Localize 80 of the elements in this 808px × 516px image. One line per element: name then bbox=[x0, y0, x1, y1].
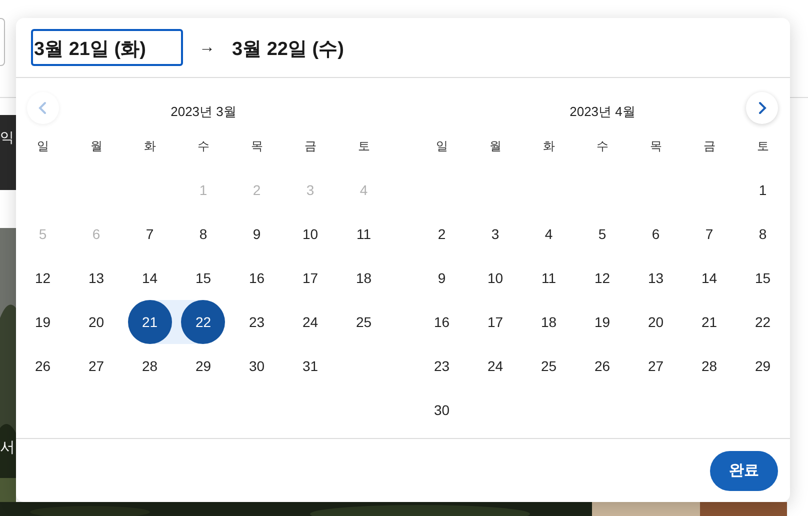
weekday-label: 화 bbox=[542, 138, 555, 154]
calendar-day[interactable]: 24 bbox=[473, 344, 518, 388]
next-month-button[interactable] bbox=[746, 92, 778, 124]
calendar-day[interactable]: 18 bbox=[526, 300, 571, 344]
weekday-label: 토 bbox=[756, 138, 769, 154]
calendar-day[interactable]: 30 bbox=[234, 344, 279, 388]
calendar-day[interactable]: 31 bbox=[288, 344, 332, 388]
calendar-day[interactable]: 8 bbox=[740, 212, 785, 256]
calendar-day[interactable]: 9 bbox=[234, 212, 279, 256]
calendar-day[interactable]: 10 bbox=[288, 212, 332, 256]
weekday-label: 월 bbox=[90, 138, 102, 154]
calendar-day[interactable]: 7 bbox=[687, 212, 732, 256]
calendar-day[interactable]: 26 bbox=[20, 344, 65, 388]
calendar-day[interactable]: 15 bbox=[740, 256, 785, 300]
weekday-label: 수 bbox=[197, 138, 210, 154]
weekday-label: 화 bbox=[144, 138, 156, 154]
banner-text: 익 bbox=[0, 128, 14, 146]
calendar-day[interactable]: 23 bbox=[420, 344, 464, 388]
weekday-label: 목 bbox=[250, 138, 263, 154]
calendar-day[interactable]: 29 bbox=[181, 344, 226, 388]
calendar-day[interactable]: 28 bbox=[687, 344, 732, 388]
calendar-day[interactable]: 8 bbox=[181, 212, 226, 256]
calendar-day[interactable]: 24 bbox=[288, 300, 332, 344]
calendar-day[interactable]: 21 bbox=[687, 300, 732, 344]
calendar-day[interactable]: 5 bbox=[580, 212, 624, 256]
calendar-day[interactable]: 3 bbox=[473, 212, 518, 256]
calendar-day[interactable]: 29 bbox=[740, 344, 785, 388]
calendar-day[interactable]: 12 bbox=[20, 256, 65, 300]
weekday-label: 금 bbox=[304, 138, 316, 154]
calendar-day[interactable]: 10 bbox=[473, 256, 518, 300]
calendar-day[interactable]: 22 bbox=[181, 300, 226, 344]
calendar-day[interactable]: 30 bbox=[420, 388, 464, 432]
calendar-day[interactable]: 19 bbox=[580, 300, 624, 344]
arrow-icon: → bbox=[199, 38, 215, 56]
calendar-day[interactable]: 26 bbox=[580, 344, 624, 388]
weekday-label: 수 bbox=[596, 138, 608, 154]
calendar-day[interactable]: 25 bbox=[342, 300, 386, 344]
calendar-day[interactable]: 20 bbox=[634, 300, 678, 344]
calendar-day[interactable]: 28 bbox=[128, 344, 172, 388]
chevron-right-icon bbox=[757, 101, 767, 115]
calendar-day[interactable]: 16 bbox=[234, 256, 279, 300]
calendar-day[interactable]: 14 bbox=[687, 256, 732, 300]
weekday-label: 월 bbox=[489, 138, 502, 154]
calendar-day[interactable]: 11 bbox=[526, 256, 571, 300]
calendar-day[interactable]: 22 bbox=[740, 300, 785, 344]
calendar-day[interactable]: 13 bbox=[74, 256, 118, 300]
month-title: 2023년 4월 bbox=[568, 103, 636, 121]
weekday-label: 금 bbox=[703, 138, 716, 154]
calendar-day[interactable]: 15 bbox=[181, 256, 226, 300]
calendar-day[interactable]: 27 bbox=[74, 344, 118, 388]
calendar-day[interactable]: 19 bbox=[20, 300, 65, 344]
calendar-day[interactable]: 16 bbox=[420, 300, 464, 344]
chevron-left-icon bbox=[38, 101, 48, 115]
calendar-day[interactable]: 25 bbox=[526, 344, 571, 388]
calendar-day[interactable]: 17 bbox=[473, 300, 518, 344]
calendar-day[interactable]: 18 bbox=[342, 256, 386, 300]
calendar-day[interactable]: 7 bbox=[128, 212, 172, 256]
weekday-label: 목 bbox=[650, 138, 662, 154]
weekday-label: 일 bbox=[436, 138, 448, 154]
calendar-day[interactable]: 23 bbox=[234, 300, 279, 344]
weekday-label: 토 bbox=[358, 138, 370, 154]
calendar-day[interactable]: 17 bbox=[288, 256, 332, 300]
calendar-day[interactable]: 13 bbox=[634, 256, 678, 300]
calendar-day[interactable]: 27 bbox=[634, 344, 678, 388]
calendar-day[interactable]: 9 bbox=[420, 256, 464, 300]
date-field[interactable]: 3월 21일 (화) bbox=[31, 29, 183, 66]
month-title: 2023년 3월 bbox=[170, 103, 238, 121]
calendar-day[interactable]: 6 bbox=[634, 212, 678, 256]
calendar-day[interactable]: 21 bbox=[128, 300, 172, 344]
calendar-day[interactable]: 20 bbox=[74, 300, 118, 344]
date-field[interactable]: 3월 22일 (수) bbox=[229, 29, 354, 66]
weekday-label: 일 bbox=[36, 138, 49, 154]
calendar-day[interactable]: 4 bbox=[526, 212, 571, 256]
input-field[interactable] bbox=[0, 18, 5, 66]
calendar-day[interactable]: 12 bbox=[580, 256, 624, 300]
calendar-day[interactable]: 1 bbox=[740, 168, 785, 212]
done-button[interactable]: 완료 bbox=[710, 450, 778, 490]
calendar-day[interactable]: 11 bbox=[342, 212, 386, 256]
calendar-day[interactable]: 14 bbox=[128, 256, 172, 300]
calendar-day[interactable]: 2 bbox=[420, 212, 464, 256]
